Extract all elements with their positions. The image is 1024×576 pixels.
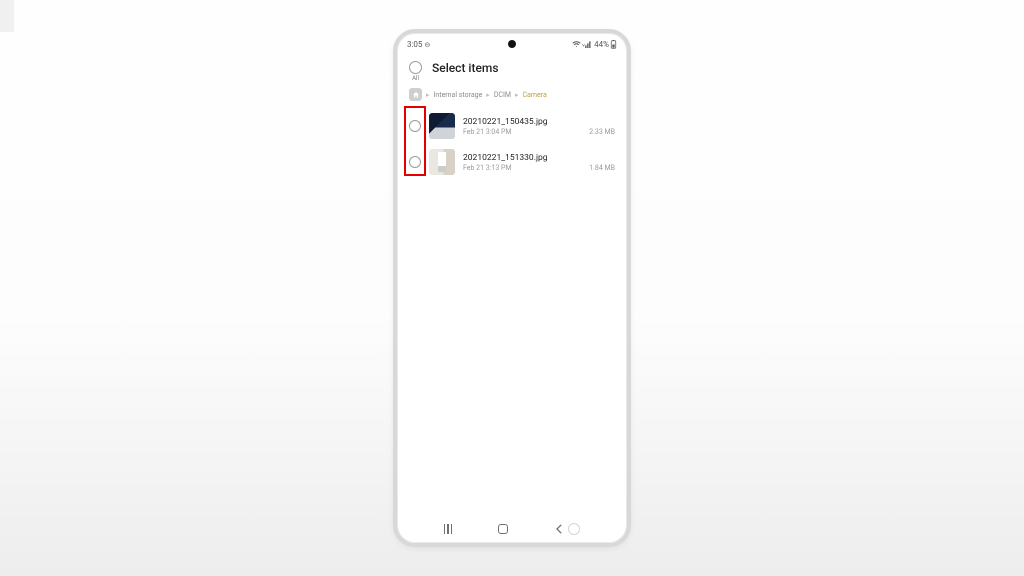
- file-thumbnail: [429, 113, 455, 139]
- selection-header: All Select items: [397, 55, 627, 86]
- item-checkbox[interactable]: [409, 156, 421, 168]
- chevron-right-icon: ▸: [486, 91, 490, 99]
- file-date: Feb 21 3:13 PM: [463, 164, 512, 172]
- power-button: [630, 233, 631, 261]
- breadcrumb-part[interactable]: DCIM: [494, 91, 511, 99]
- select-all-label: All: [412, 75, 419, 82]
- select-all-checkbox[interactable]: [409, 61, 422, 74]
- breadcrumb-part[interactable]: Internal storage: [434, 91, 483, 99]
- nav-back-ring-icon: [568, 523, 580, 535]
- home-button[interactable]: [498, 524, 508, 534]
- breadcrumb: ▸ Internal storage ▸ DCIM ▸ Camera: [397, 86, 627, 109]
- status-battery-text: 44%: [594, 40, 609, 49]
- status-time: 3:05 ⊝: [407, 40, 430, 49]
- status-right: ᵥ 44%: [572, 40, 617, 49]
- status-time-text: 3:05: [407, 40, 422, 49]
- camera-cutout: [508, 40, 516, 48]
- volte-icon: ᵥ: [582, 40, 584, 48]
- list-item[interactable]: 20210221_150435.jpg Feb 21 3:04 PM 2.33 …: [409, 109, 615, 145]
- file-meta: 20210221_151330.jpg Feb 21 3:13 PM 1.84 …: [463, 153, 615, 172]
- file-size: 2.33 MB: [589, 128, 615, 136]
- system-nav-bar: [397, 515, 627, 543]
- list-item[interactable]: 20210221_151330.jpg Feb 21 3:13 PM 1.84 …: [409, 145, 615, 181]
- home-icon: [412, 91, 420, 99]
- wifi-icon: [572, 40, 581, 48]
- file-date: Feb 21 3:04 PM: [463, 128, 512, 136]
- file-name: 20210221_150435.jpg: [463, 117, 615, 127]
- back-icon: [555, 524, 564, 534]
- item-checkbox[interactable]: [409, 120, 421, 132]
- file-thumbnail: [429, 149, 455, 175]
- breadcrumb-home-button[interactable]: [409, 88, 422, 101]
- breadcrumb-current: Camera: [523, 91, 547, 99]
- signal-icon: [585, 40, 592, 48]
- file-name: 20210221_151330.jpg: [463, 153, 615, 163]
- file-size: 1.84 MB: [589, 164, 615, 172]
- back-button[interactable]: [555, 523, 580, 535]
- battery-icon: [610, 40, 617, 49]
- volume-button: [630, 143, 631, 191]
- dnd-icon: ⊝: [424, 41, 430, 49]
- file-list: 20210221_150435.jpg Feb 21 3:04 PM 2.33 …: [397, 109, 627, 181]
- phone-frame: 3:05 ⊝ ᵥ 44% All Select items ▸ Internal…: [393, 29, 631, 547]
- select-all-control[interactable]: All: [409, 61, 422, 82]
- recents-button[interactable]: [444, 524, 452, 534]
- chevron-right-icon: ▸: [426, 91, 430, 99]
- page-title: Select items: [432, 61, 499, 75]
- file-meta: 20210221_150435.jpg Feb 21 3:04 PM 2.33 …: [463, 117, 615, 136]
- chevron-right-icon: ▸: [515, 91, 519, 99]
